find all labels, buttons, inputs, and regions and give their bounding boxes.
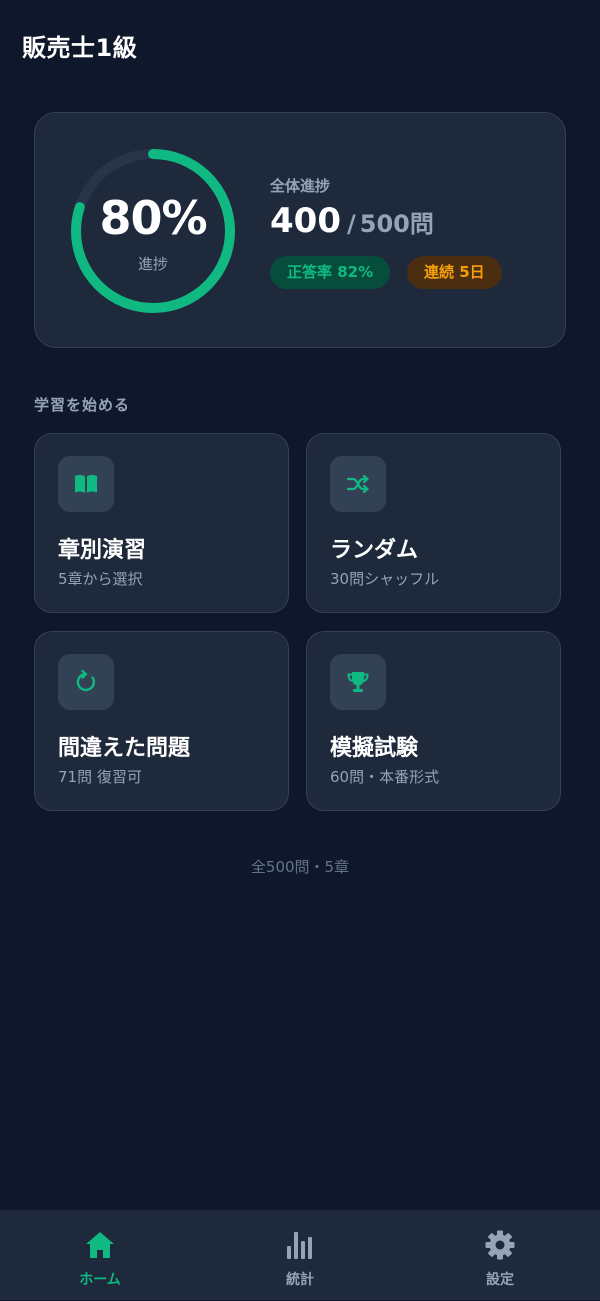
random-practice-card[interactable]: ランダム 30問シャッフル	[306, 433, 561, 613]
section-title: 学習を始める	[34, 396, 131, 414]
shuffle-icon	[346, 474, 369, 494]
mock-exam-icon-box	[330, 654, 386, 710]
progress-card: 80% 進捗 全体進捗 400/500問 正答率 82% 連続 5日	[34, 112, 566, 348]
accuracy-badge: 正答率 82%	[270, 256, 391, 289]
nav-item-home[interactable]: ホーム	[0, 1211, 200, 1301]
mode-title: ランダム	[330, 538, 419, 563]
chapter-practice-icon-box	[58, 456, 114, 512]
wrong-answers-icon-box	[58, 654, 114, 710]
nav-label: 統計	[286, 1272, 314, 1288]
gear-icon	[485, 1230, 515, 1260]
progress-percent: 80%	[99, 191, 207, 245]
mode-title: 間違えた問題	[58, 736, 191, 761]
mode-title: 模擬試験	[330, 736, 419, 761]
progress-count: 400/500問	[270, 201, 434, 241]
nav-item-settings[interactable]: 設定	[400, 1211, 600, 1301]
app-title: 販売士1級	[22, 34, 138, 62]
mode-subtitle: 30問シャッフル	[330, 570, 440, 588]
total-count: 500問	[359, 210, 434, 238]
book-open-icon	[75, 475, 97, 493]
footer-note: 全500問・5章	[250, 858, 350, 876]
bar-chart-icon	[287, 1232, 312, 1259]
progress-ring: 80% 進捗	[65, 143, 241, 319]
nav-label: 設定	[486, 1272, 514, 1288]
answered-count: 400	[270, 201, 341, 241]
nav-label: ホーム	[79, 1272, 121, 1288]
nav-item-stats[interactable]: 統計	[200, 1211, 400, 1301]
overall-progress-label: 全体進捗	[270, 177, 331, 195]
home-icon	[86, 1232, 114, 1258]
bottom-nav: ホーム 統計 設定	[0, 1210, 600, 1300]
progress-ring-label: 進捗	[137, 255, 168, 273]
mode-title: 章別演習	[58, 538, 147, 563]
chapter-practice-card[interactable]: 章別演習 5章から選択	[34, 433, 289, 613]
trophy-icon	[347, 672, 369, 692]
mode-subtitle: 5章から選択	[58, 570, 143, 588]
count-separator: /	[346, 210, 356, 238]
mode-subtitle: 71問 復習可	[58, 768, 142, 786]
mock-exam-card[interactable]: 模擬試験 60問・本番形式	[306, 631, 561, 811]
streak-badge: 連続 5日	[407, 256, 502, 289]
wrong-answers-card[interactable]: 間違えた問題 71問 復習可	[34, 631, 289, 811]
random-practice-icon-box	[330, 456, 386, 512]
mode-subtitle: 60問・本番形式	[330, 768, 440, 786]
refresh-icon	[76, 669, 96, 692]
